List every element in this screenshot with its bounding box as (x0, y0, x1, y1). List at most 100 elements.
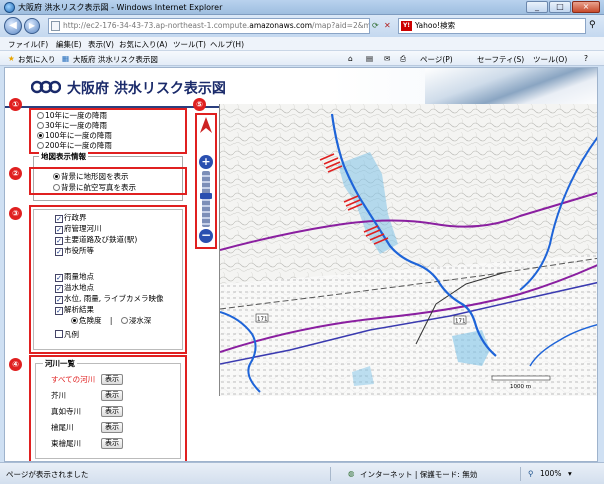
bg-topo-label: 背景に地形図を表示 (61, 172, 129, 181)
checkbox-legend[interactable] (55, 330, 63, 338)
tab-current[interactable]: 大阪府 洪水リスク表示図 (73, 54, 158, 65)
zoom-dropdown-icon[interactable]: ▾ (568, 469, 572, 478)
search-input[interactable]: Y! Yahoo!検索 (398, 18, 586, 34)
menu-tools[interactable]: ツール(T) (173, 39, 206, 50)
menu-help[interactable]: ヘルプ(H) (210, 39, 244, 50)
checkbox-rain-points[interactable]: ✓ (55, 274, 63, 282)
layer-rivers-label: 府管理河川 (64, 224, 102, 233)
radio-danger[interactable] (71, 317, 78, 324)
layer-rain-points[interactable]: ✓ 雨量地点 (55, 272, 94, 282)
back-arrow-icon: ◀ (9, 20, 17, 31)
radio-rain-200[interactable] (37, 142, 44, 149)
url-domain: amazonaws.com (249, 21, 313, 30)
menu-page[interactable]: ページ(P) (420, 54, 453, 65)
favorites-star-icon[interactable]: ★ (8, 54, 15, 63)
back-button[interactable]: ◀ (4, 17, 22, 35)
close-button[interactable]: × (572, 1, 600, 13)
road-badge-east-label: 171 (455, 319, 466, 325)
menu-safety[interactable]: セーフティ(S) (477, 54, 524, 65)
zoom-level[interactable]: 100% (540, 469, 561, 478)
checkbox-analysis[interactable]: ✓ (55, 307, 63, 315)
checkbox-offices[interactable]: ✓ (55, 248, 63, 256)
show-akuta-button[interactable]: 表示 (101, 390, 123, 401)
radio-rain-30[interactable] (37, 122, 44, 129)
layer-live[interactable]: ✓ 水位, 雨量, ライブカメラ映像 (55, 294, 164, 304)
status-bar: ページが表示されました ◍ インターネット | 保護モード: 無効 ⚲ 100%… (0, 462, 604, 484)
menu-edit[interactable]: 編集(E) (56, 39, 82, 50)
layer-rivers[interactable]: ✓ 府管理河川 (55, 224, 102, 234)
help-icon[interactable]: ? (584, 54, 588, 63)
zoom-in-button[interactable]: + (199, 155, 213, 169)
layer-boundary-label: 行政界 (64, 213, 87, 222)
layer-roads[interactable]: ✓ 主要道路及び鉄道(駅) (55, 235, 137, 245)
checkbox-roads[interactable]: ✓ (55, 237, 63, 245)
forward-arrow-icon: ▶ (28, 21, 36, 30)
layer-roads-label: 主要道路及び鉄道(駅) (64, 235, 138, 244)
menu-tools-cmd[interactable]: ツール(O) (533, 54, 567, 65)
page-title: 大阪府 洪水リスク表示図 (67, 81, 226, 97)
show-shinnyoji-button[interactable]: 表示 (101, 406, 123, 417)
show-all-button[interactable]: 表示 (101, 374, 123, 385)
map-display-section: 背景に地形図を表示 背景に航空写真を表示 (29, 167, 187, 195)
show-hinoo-button[interactable]: 表示 (101, 422, 123, 433)
radio-rain-10[interactable] (37, 112, 44, 119)
zoom-slider-handle[interactable] (200, 193, 212, 199)
checkbox-overflow[interactable]: ✓ (55, 285, 63, 293)
address-bar: ◀ ▶ http://ec2-176-34-43-73.ap-northeast… (0, 15, 604, 37)
page-content: 大阪府 洪水リスク表示図 ① 10年に一度の降雨 30年に一度の降雨 100年に… (4, 67, 598, 462)
menu-view[interactable]: 表示(V) (88, 39, 114, 50)
window-titlebar[interactable]: 大阪府 洪水リスク表示図 - Windows Internet Explorer… (0, 0, 604, 15)
layer-analysis-label: 解析結果 (64, 305, 94, 314)
rain-label-30: 30年に一度の降雨 (45, 121, 108, 130)
layer-overflow[interactable]: ✓ 溢水地点 (55, 283, 94, 293)
zoom-out-button[interactable]: − (199, 229, 213, 243)
analysis-divider: | (109, 316, 113, 325)
river-hinoo: 檜尾川 (51, 423, 74, 432)
feeds-icon[interactable]: ▤ (366, 54, 373, 63)
print-icon[interactable]: ⎙ (400, 54, 406, 64)
rain-option-10[interactable]: 10年に一度の降雨 (37, 111, 107, 120)
map-display-legend: 地図表示情報 (39, 151, 88, 162)
menu-favorites[interactable]: お気に入り(A) (119, 39, 167, 50)
status-separator-2 (520, 467, 521, 481)
mail-icon[interactable]: ✉ (384, 54, 390, 63)
layer-offices[interactable]: ✓ 市役所等 (55, 246, 94, 256)
radio-bg-topo[interactable] (53, 173, 60, 180)
map-view[interactable]: 171 171 1000 m (219, 104, 598, 396)
checkbox-live[interactable]: ✓ (55, 296, 63, 304)
map-canvas[interactable]: 171 171 1000 m (220, 104, 598, 396)
bg-topo-option[interactable]: 背景に地形図を表示 (53, 172, 129, 181)
layer-legend[interactable]: 凡例 (55, 330, 79, 339)
bg-aerial-option[interactable]: 背景に航空写真を表示 (53, 183, 136, 192)
layer-boundary[interactable]: ✓ 行政界 (55, 213, 87, 223)
yahoo-icon: Y! (401, 21, 412, 31)
radio-bg-aerial[interactable] (53, 184, 60, 191)
river-akuta: 芥川 (51, 391, 66, 400)
show-higashi-hinoo-button[interactable]: 表示 (101, 438, 123, 449)
radio-rain-100[interactable] (37, 132, 44, 139)
url-input[interactable]: http://ec2-176-34-43-73.ap-northeast-1.c… (48, 18, 370, 34)
layer-legend-label: 凡例 (64, 330, 79, 339)
maximize-button[interactable]: □ (549, 1, 571, 13)
rain-option-100[interactable]: 100年に一度の降雨 (37, 131, 112, 140)
home-icon[interactable]: ⌂ (348, 54, 353, 63)
river-all[interactable]: すべての河川 (51, 375, 95, 384)
checkbox-boundary[interactable]: ✓ (55, 215, 63, 223)
analysis-options: 危険度 | 浸水深 (71, 316, 151, 325)
menu-file[interactable]: ファイル(F) (8, 39, 48, 50)
search-icon[interactable]: ⚲ (589, 20, 596, 30)
layer-analysis[interactable]: ✓ 解析結果 (55, 305, 94, 315)
minimize-button[interactable]: _ (526, 1, 548, 13)
zoom-status-icon[interactable]: ⚲ (528, 469, 534, 478)
radio-depth[interactable] (120, 317, 128, 324)
zoom-slider[interactable] (202, 171, 210, 227)
checkbox-rivers[interactable]: ✓ (55, 226, 63, 234)
favorites-button[interactable]: お気に入り (18, 54, 56, 65)
stop-icon[interactable]: ✕ (384, 21, 391, 30)
forward-button[interactable]: ▶ (24, 18, 40, 34)
rain-option-200[interactable]: 200年に一度の降雨 (37, 141, 112, 150)
osaka-logo-icon (31, 80, 61, 94)
rain-option-30[interactable]: 30年に一度の降雨 (37, 121, 107, 130)
river-higashi-hinoo: 東檜尾川 (51, 439, 81, 448)
refresh-icon[interactable]: ⟳ (372, 21, 379, 30)
